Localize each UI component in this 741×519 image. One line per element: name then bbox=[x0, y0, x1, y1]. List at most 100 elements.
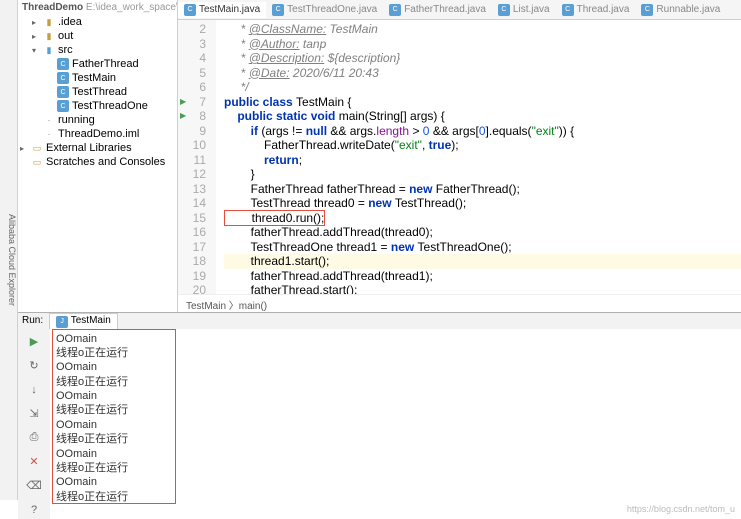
tree-label: Scratches and Consoles bbox=[46, 156, 165, 168]
code-line[interactable]: TestThreadOne thread1 = new TestThreadOn… bbox=[224, 240, 741, 255]
line-number: 14 bbox=[178, 196, 206, 211]
code-line[interactable]: FatherThread.writeDate("exit", true); bbox=[224, 138, 741, 153]
lib-ico-icon: ▭ bbox=[31, 156, 43, 168]
run-gutter-icon[interactable]: ▶ bbox=[180, 95, 186, 110]
clear-icon[interactable]: ⌫ bbox=[25, 477, 43, 495]
editor-tab[interactable]: CList.java bbox=[492, 2, 556, 18]
tree-row[interactable]: ▭Scratches and Consoles bbox=[18, 155, 177, 169]
code-line[interactable]: * @Author: tanp bbox=[224, 37, 741, 52]
line-number: 16 bbox=[178, 225, 206, 240]
tree-row[interactable]: CTestThread bbox=[18, 85, 177, 99]
java-icon: C bbox=[498, 4, 510, 16]
console-line: 线程o正在运行 bbox=[56, 375, 735, 389]
code-line[interactable]: * @Description: ${description} bbox=[224, 51, 741, 66]
code-line[interactable]: public static void main(String[] args) { bbox=[224, 109, 741, 124]
line-number: 19 bbox=[178, 269, 206, 284]
run-config-tab[interactable]: J TestMain bbox=[49, 313, 118, 329]
file-x-icon: · bbox=[43, 128, 55, 140]
highlight-box: thread0.run(); bbox=[224, 210, 325, 226]
editor-tab[interactable]: CRunnable.java bbox=[635, 2, 726, 18]
rail-explorer[interactable]: Alibaba Cloud Explorer bbox=[7, 20, 17, 500]
run-panel: Run: J TestMain ▶↻↓⇲⎙✕⌫? OOmain线程o正在运行OO… bbox=[18, 312, 741, 500]
tab-label: List.java bbox=[513, 4, 550, 15]
tree-row[interactable]: CTestMain bbox=[18, 71, 177, 85]
code-line[interactable]: fatherThread.start(); bbox=[224, 283, 741, 294]
editor-tab[interactable]: CTestMain.java bbox=[178, 2, 266, 18]
java-icon: C bbox=[184, 4, 196, 16]
code-line[interactable]: * @Date: 2020/6/11 20:43 bbox=[224, 66, 741, 81]
stop-icon[interactable]: ✕ bbox=[25, 453, 43, 471]
tree-row[interactable]: ▸▮.idea bbox=[18, 15, 177, 29]
chevron-icon: ▾ bbox=[32, 46, 40, 55]
code-line[interactable]: thread0.run(); bbox=[224, 211, 741, 226]
editor-tabs: CTestMain.javaCTestThreadOne.javaCFather… bbox=[178, 0, 741, 20]
main-area: ThreadDemo E:\idea_work_space\study ▸▮.i… bbox=[18, 0, 741, 500]
run-label: Run: bbox=[22, 315, 43, 326]
editor-tab[interactable]: CFatherThread.java bbox=[383, 2, 492, 18]
code-line[interactable]: FatherThread fatherThread = new FatherTh… bbox=[224, 182, 741, 197]
java-icon: J bbox=[56, 316, 68, 328]
java-icon: C bbox=[389, 4, 401, 16]
console-output[interactable]: OOmain线程o正在运行OOmain线程o正在运行OOmain线程o正在运行O… bbox=[50, 329, 741, 519]
code-line[interactable]: thread1.start(); bbox=[224, 254, 741, 269]
code-editor[interactable]: 234567▶8▶9101112131415161718192021 * @Cl… bbox=[178, 20, 741, 294]
tree-row[interactable]: ·ThreadDemo.iml bbox=[18, 127, 177, 141]
line-number: 13 bbox=[178, 182, 206, 197]
editor-tab[interactable]: CThread.java bbox=[556, 2, 636, 18]
line-number: 12 bbox=[178, 167, 206, 182]
tree-label: TestMain bbox=[72, 72, 116, 84]
project-root-crumb[interactable]: ThreadDemo E:\idea_work_space\study bbox=[18, 0, 177, 15]
code-line[interactable]: if (args != null && args.length > 0 && a… bbox=[224, 124, 741, 139]
tree-row[interactable]: ▸▭External Libraries bbox=[18, 141, 177, 155]
run-icon[interactable]: ▶ bbox=[25, 333, 43, 351]
line-number: 11 bbox=[178, 153, 206, 168]
line-number: 15 bbox=[178, 211, 206, 226]
console-line: OOmain bbox=[56, 332, 735, 346]
tree-row[interactable]: ▸▮out bbox=[18, 29, 177, 43]
editor-tab[interactable]: CTestThreadOne.java bbox=[266, 2, 383, 18]
console-line: OOmain bbox=[56, 418, 735, 432]
code-line[interactable]: } bbox=[224, 167, 741, 182]
console-line: 线程o正在运行 bbox=[56, 403, 735, 417]
left-tool-rail[interactable]: Alibaba Cloud Explorer bbox=[0, 0, 18, 500]
rerun-icon[interactable]: ↻ bbox=[25, 357, 43, 375]
run-gutter-icon[interactable]: ▶ bbox=[180, 109, 186, 124]
watermark: https://blog.csdn.net/tom_u bbox=[627, 502, 735, 517]
line-number: 8▶ bbox=[178, 109, 206, 124]
tab-label: Thread.java bbox=[577, 4, 630, 15]
run-header: Run: J TestMain bbox=[18, 313, 741, 329]
folder-o-icon: ▮ bbox=[43, 16, 55, 28]
code-line[interactable]: */ bbox=[224, 80, 741, 95]
folder-b-icon: ▮ bbox=[43, 44, 55, 56]
code-line[interactable]: public class TestMain { bbox=[224, 95, 741, 110]
tab-label: TestMain.java bbox=[199, 4, 260, 15]
line-number: 2 bbox=[178, 22, 206, 37]
file-j-icon: C bbox=[57, 58, 69, 70]
tree-row[interactable]: ·running bbox=[18, 113, 177, 127]
console-line: OOmain bbox=[56, 389, 735, 403]
line-number: 4 bbox=[178, 51, 206, 66]
code-line[interactable]: fatherThread.addThread(thread0); bbox=[224, 225, 741, 240]
file-j-icon: C bbox=[57, 86, 69, 98]
down-icon[interactable]: ↓ bbox=[25, 381, 43, 399]
code-line[interactable]: * @ClassName: TestMain bbox=[224, 22, 741, 37]
tree-row[interactable]: CTestThreadOne bbox=[18, 99, 177, 113]
tab-label: FatherThread.java bbox=[404, 4, 486, 15]
help-icon[interactable]: ? bbox=[25, 501, 43, 519]
code-line[interactable]: return; bbox=[224, 153, 741, 168]
code-body[interactable]: * @ClassName: TestMain * @Author: tanp *… bbox=[216, 20, 741, 294]
tree-row[interactable]: ▾▮src bbox=[18, 43, 177, 57]
export-icon[interactable]: ⇲ bbox=[25, 405, 43, 423]
line-number: 9 bbox=[178, 124, 206, 139]
console-line: 线程o正在运行 bbox=[56, 461, 735, 475]
tree-row[interactable]: CFatherThread bbox=[18, 57, 177, 71]
line-number: 10 bbox=[178, 138, 206, 153]
breadcrumb-bar[interactable]: TestMain 〉main() bbox=[178, 294, 741, 312]
file-j-icon: C bbox=[57, 100, 69, 112]
code-line[interactable]: fatherThread.addThread(thread1); bbox=[224, 269, 741, 284]
line-number: 20 bbox=[178, 283, 206, 294]
java-icon: C bbox=[641, 4, 653, 16]
print-icon[interactable]: ⎙ bbox=[25, 429, 43, 447]
chevron-icon: ▸ bbox=[32, 18, 40, 27]
code-line[interactable]: TestThread thread0 = new TestThread(); bbox=[224, 196, 741, 211]
